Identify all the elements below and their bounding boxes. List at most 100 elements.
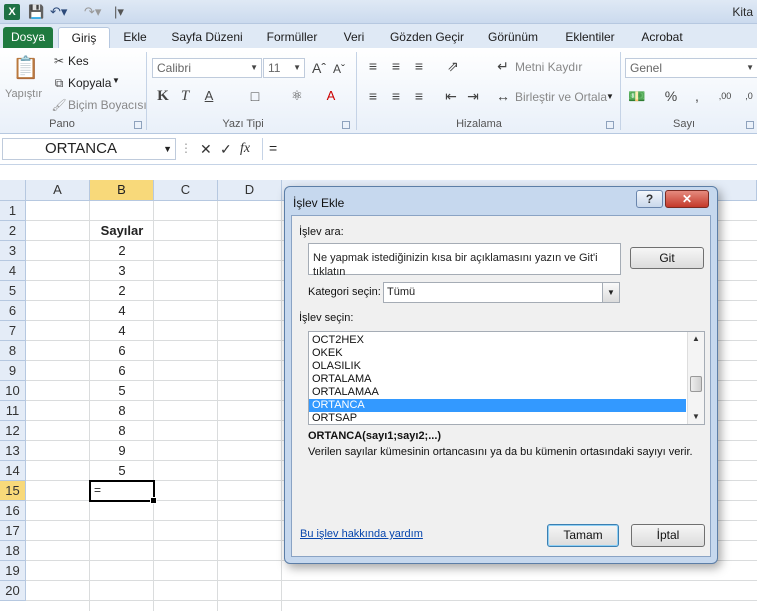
row-header-4[interactable]: 4 — [0, 261, 26, 281]
chevron-down-icon[interactable]: ▼ — [163, 139, 172, 159]
font-name-combo[interactable]: Calibri ▼ — [152, 58, 262, 78]
tab-home[interactable]: Giriş — [58, 27, 110, 48]
tab-file[interactable]: Dosya — [3, 27, 53, 48]
font-size-combo[interactable]: 11 ▼ — [263, 58, 305, 78]
tab-acrobat[interactable]: Acrobat — [634, 27, 690, 48]
row-header-3[interactable]: 3 — [0, 241, 26, 261]
cancel-button[interactable]: İptal — [631, 524, 705, 547]
row-header-1[interactable]: 1 — [0, 201, 26, 221]
align-top-icon[interactable]: ≡ — [364, 58, 382, 76]
decrease-indent-icon[interactable]: ⇤ — [442, 88, 460, 106]
paste-button[interactable]: Yapıştır — [5, 88, 42, 100]
category-select[interactable]: Tümü ▼ — [383, 282, 620, 303]
bold-icon[interactable]: K — [154, 88, 172, 106]
list-item-selected[interactable]: ORTANCA — [309, 399, 686, 412]
customize-qat-icon[interactable]: |▾ — [114, 4, 124, 20]
list-item[interactable]: OCT2HEX — [309, 334, 686, 347]
function-search-input[interactable]: Ne yapmak istediğinizin kısa bir açıklam… — [308, 243, 621, 278]
confirm-entry-icon[interactable]: ✓ — [220, 141, 232, 158]
percent-icon[interactable]: % — [662, 88, 680, 106]
cell-b4[interactable]: 3 — [90, 261, 154, 281]
save-icon[interactable]: 💾 — [28, 4, 44, 20]
align-center-icon[interactable]: ≡ — [387, 88, 405, 106]
column-header-a[interactable]: A — [26, 180, 90, 201]
list-item[interactable]: ORTSAP — [309, 412, 686, 424]
grow-font-icon[interactable]: Aˆ — [310, 60, 328, 78]
cell-b7[interactable]: 4 — [90, 321, 154, 341]
tab-data[interactable]: Veri — [336, 27, 372, 48]
cut-button[interactable]: Kes — [68, 54, 89, 68]
tab-insert[interactable]: Ekle — [116, 27, 154, 48]
paste-icon[interactable]: 📋 — [12, 54, 40, 82]
row-header-15[interactable]: 15 — [0, 481, 26, 501]
cancel-entry-icon[interactable]: ✕ — [200, 141, 212, 158]
number-launcher-icon[interactable] — [746, 121, 754, 129]
tab-formulas[interactable]: Formüller — [260, 27, 324, 48]
font-color-icon[interactable]: A — [322, 88, 340, 106]
close-button[interactable]: ✕ — [665, 190, 709, 208]
function-list[interactable]: OCT2HEX OKEK OLASILIK ORTALAMA ORTALAMAA… — [308, 331, 705, 425]
align-left-icon[interactable]: ≡ — [364, 88, 382, 106]
comma-style-icon[interactable]: , — [688, 88, 706, 106]
cell-b10[interactable]: 5 — [90, 381, 154, 401]
active-cell-b15[interactable]: = — [89, 480, 157, 504]
font-launcher-icon[interactable] — [342, 121, 350, 129]
row-header-17[interactable]: 17 — [0, 521, 26, 541]
tab-page-layout[interactable]: Sayfa Düzeni — [165, 27, 249, 48]
row-header-2[interactable]: 2 — [0, 221, 26, 241]
cell-b8[interactable]: 6 — [90, 341, 154, 361]
row-header-12[interactable]: 12 — [0, 421, 26, 441]
copy-button[interactable]: Kopyala — [68, 76, 111, 90]
function-list-scrollbar[interactable]: ▲ ▼ — [687, 332, 704, 424]
merge-dropdown-icon[interactable]: ▼ — [606, 92, 614, 101]
tab-view[interactable]: Görünüm — [482, 27, 544, 48]
row-header-7[interactable]: 7 — [0, 321, 26, 341]
name-box[interactable]: ORTANCA ▼ — [2, 138, 176, 160]
undo-icon[interactable]: ↶▾ — [50, 4, 67, 20]
function-help-link[interactable]: Bu işlev hakkında yardım — [300, 528, 423, 540]
redo-icon[interactable]: ↷▾ — [84, 4, 101, 20]
row-header-11[interactable]: 11 — [0, 401, 26, 421]
increase-indent-icon[interactable]: ⇥ — [464, 88, 482, 106]
tab-addins[interactable]: Eklentiler — [558, 27, 622, 48]
number-format-combo[interactable]: Genel ▼ — [625, 58, 757, 78]
scrollbar-thumb[interactable] — [690, 376, 702, 392]
help-button[interactable]: ? — [636, 190, 663, 208]
merge-center-button[interactable]: Birleştir ve Ortala — [515, 90, 607, 104]
align-right-icon[interactable]: ≡ — [410, 88, 428, 106]
copy-dropdown-icon[interactable]: ▼ — [112, 76, 120, 85]
cell-b13[interactable]: 9 — [90, 441, 154, 461]
align-middle-icon[interactable]: ≡ — [387, 58, 405, 76]
row-header-13[interactable]: 13 — [0, 441, 26, 461]
cell-b5[interactable]: 2 — [90, 281, 154, 301]
fill-color-icon[interactable]: ⚛ — [288, 88, 306, 106]
increase-decimal-icon[interactable]: ,00 — [716, 88, 734, 106]
select-all-corner[interactable] — [0, 180, 26, 201]
row-header-20[interactable]: 20 — [0, 581, 26, 601]
cell-b6[interactable]: 4 — [90, 301, 154, 321]
row-header-5[interactable]: 5 — [0, 281, 26, 301]
go-button[interactable]: Git — [630, 247, 704, 269]
clipboard-launcher-icon[interactable] — [134, 121, 142, 129]
cell-b3[interactable]: 2 — [90, 241, 154, 261]
cell-b12[interactable]: 8 — [90, 421, 154, 441]
underline-icon[interactable]: A — [200, 88, 218, 106]
list-item[interactable]: ORTALAMA — [309, 373, 686, 386]
row-header-8[interactable]: 8 — [0, 341, 26, 361]
wrap-text-button[interactable]: Metni Kaydır — [515, 60, 582, 74]
row-header-9[interactable]: 9 — [0, 361, 26, 381]
cell-b11[interactable]: 8 — [90, 401, 154, 421]
row-header-10[interactable]: 10 — [0, 381, 26, 401]
column-header-b[interactable]: B — [90, 180, 154, 201]
currency-icon[interactable]: 💵 — [628, 88, 646, 106]
scroll-up-icon[interactable]: ▲ — [688, 332, 704, 346]
format-painter-button[interactable]: Biçim Boyacısı — [68, 98, 147, 112]
italic-icon[interactable]: T — [176, 88, 194, 106]
borders-icon[interactable]: □ — [246, 88, 264, 106]
row-header-6[interactable]: 6 — [0, 301, 26, 321]
row-header-19[interactable]: 19 — [0, 561, 26, 581]
list-item[interactable]: OLASILIK — [309, 360, 686, 373]
cell-b2[interactable]: Sayılar — [90, 221, 154, 241]
align-bottom-icon[interactable]: ≡ — [410, 58, 428, 76]
decrease-decimal-icon[interactable]: ,0 — [740, 88, 757, 106]
